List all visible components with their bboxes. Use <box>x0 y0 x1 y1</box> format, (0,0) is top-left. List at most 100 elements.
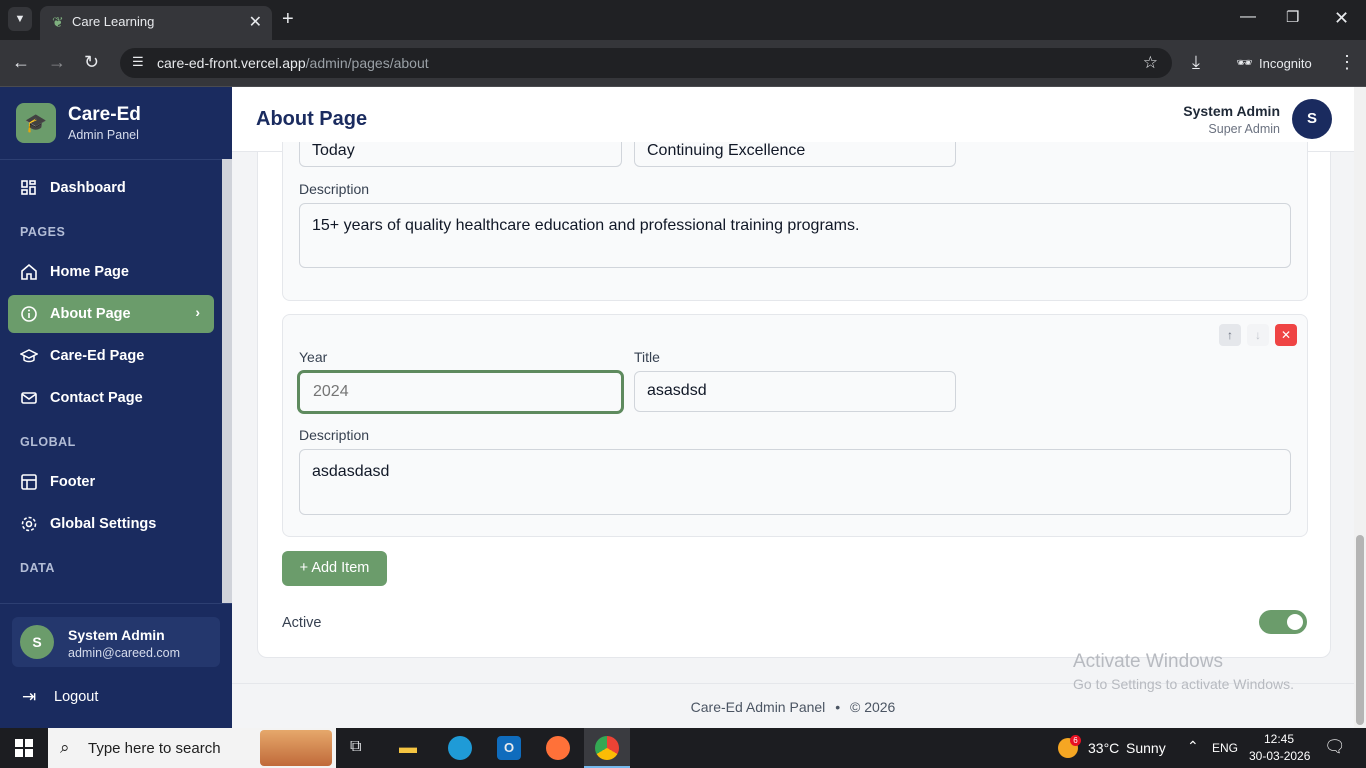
bookmark-star-icon[interactable]: ☆ <box>1143 53 1158 73</box>
user-email: admin@careed.com <box>68 646 181 660</box>
title-label: Title <box>634 349 660 365</box>
incognito-badge[interactable]: 🕶 Incognito <box>1226 49 1338 77</box>
close-tab-icon[interactable]: ✕ <box>249 12 262 32</box>
sidebar-item-dashboard[interactable]: Dashboard <box>8 169 214 207</box>
outlook-icon[interactable]: O <box>497 736 521 760</box>
sidebar-item-label: Global Settings <box>50 516 157 532</box>
notification-icon[interactable]: 🗨 <box>1324 737 1346 757</box>
address-bar[interactable]: ☰ care-ed-front.vercel.app/admin/pages/a… <box>120 48 1172 78</box>
restore-icon[interactable]: ❐ <box>1286 8 1299 26</box>
sidebar-item-label: Care-Ed Page <box>50 348 145 364</box>
logout-label: Logout <box>54 689 99 705</box>
avatar: S <box>20 625 54 659</box>
active-toggle[interactable] <box>1259 610 1307 634</box>
weather-badge: 6 <box>1070 735 1081 746</box>
incognito-label: Incognito <box>1259 56 1312 71</box>
sidebar-item-label: About Page <box>50 306 131 322</box>
gear-icon <box>21 516 37 532</box>
title-input[interactable]: asasdsd <box>634 371 956 412</box>
section-pages: PAGES <box>20 225 66 239</box>
description-label: Description <box>299 427 370 443</box>
url-host: care-ed-front.vercel.app <box>157 55 306 71</box>
tab-title: Care Learning <box>72 14 155 29</box>
footer-text: Care-Ed Admin Panel <box>690 699 826 715</box>
file-explorer-icon[interactable]: ▬ <box>399 737 417 758</box>
weather-desc: Sunny <box>1126 740 1166 756</box>
task-view-icon[interactable]: ⧉ <box>350 738 361 756</box>
year-input[interactable] <box>297 370 624 414</box>
reload-icon[interactable]: ↻ <box>84 52 99 73</box>
description-field[interactable]: 15+ years of quality healthcare educatio… <box>299 203 1291 268</box>
leaf-icon: ❦ <box>52 14 64 30</box>
search-icon: ⌕ <box>60 738 70 757</box>
add-item-button[interactable]: + Add Item <box>282 551 387 586</box>
url-path: /admin/pages/about <box>305 55 429 71</box>
new-tab-icon[interactable]: + <box>282 8 294 30</box>
dashboard-icon <box>21 180 36 195</box>
site-settings-icon[interactable]: ☰ <box>132 54 144 70</box>
minimize-icon[interactable]: — <box>1240 8 1256 26</box>
sidebar-scrollbar[interactable] <box>222 159 232 603</box>
sidebar-item-label: Dashboard <box>50 180 126 196</box>
sidebar: 🎓 Care-Ed Admin Panel Dashboard PAGES Ho… <box>0 87 232 728</box>
sidebar-item-label: Footer <box>50 474 96 490</box>
browser-menu-icon[interactable]: ⋮ <box>1338 52 1356 73</box>
timeline-item: Today Continuing Excellence Description … <box>282 142 1308 301</box>
sidebar-item-about[interactable]: About Page › <box>8 295 214 333</box>
move-down-button[interactable]: ↓ <box>1247 324 1269 346</box>
search-highlight-image <box>260 730 332 766</box>
mail-icon <box>21 392 37 404</box>
brand-subtitle: Admin Panel <box>68 128 139 142</box>
search-placeholder: Type here to search <box>88 740 221 757</box>
browser-tab[interactable]: ❦ Care Learning ✕ <box>40 6 272 40</box>
taskbar-search-box[interactable]: ⌕ Type here to search <box>48 728 336 768</box>
forward-icon[interactable]: → <box>48 52 66 73</box>
timeline-item: ↑ ↓ ✕ Year Title asasdsd Description asd… <box>282 314 1308 537</box>
brand-title: Care-Ed <box>68 104 141 125</box>
user-card[interactable]: S System Admin admin@careed.com <box>12 617 220 667</box>
chrome-icon <box>595 736 619 760</box>
edge-icon[interactable] <box>448 736 472 760</box>
sidebar-item-global-settings[interactable]: Global Settings <box>8 505 214 543</box>
incognito-icon: 🕶 <box>1236 55 1253 70</box>
sidebar-item-label: Contact Page <box>50 390 143 406</box>
toggle-knob <box>1287 614 1303 630</box>
sidebar-item-careed[interactable]: Care-Ed Page <box>8 337 214 375</box>
close-window-icon[interactable]: ✕ <box>1334 8 1349 29</box>
year-field[interactable]: Today <box>299 142 622 167</box>
user-name: System Admin <box>68 627 165 643</box>
back-icon[interactable]: ← <box>12 52 30 73</box>
footer-bullet: • <box>835 699 841 715</box>
description-input[interactable]: asdasdasd <box>299 449 1291 515</box>
scrollbar-thumb[interactable] <box>1356 535 1364 725</box>
delete-item-button[interactable]: ✕ <box>1275 324 1297 346</box>
language-indicator[interactable]: ENG <box>1212 741 1238 755</box>
active-label: Active <box>282 615 322 631</box>
tray-chevron-up-icon[interactable]: ⌃ <box>1187 738 1199 755</box>
clock-date[interactable]: 30-03-2026 <box>1249 749 1310 763</box>
chrome-taskbar-button[interactable] <box>584 728 630 768</box>
logout-button[interactable]: ⇥ Logout <box>12 680 220 714</box>
description-label: Description <box>299 181 370 197</box>
header-user-role: Super Admin <box>1208 122 1280 136</box>
sidebar-divider <box>0 159 232 160</box>
sidebar-item-label: Home Page <box>50 264 129 280</box>
content-card: Today Continuing Excellence Description … <box>257 142 1331 658</box>
windows-taskbar: ⌕ Type here to search ⧉ ▬ O 6 33°C Sunny… <box>0 728 1366 768</box>
clock-time[interactable]: 12:45 <box>1264 732 1294 746</box>
logout-icon: ⇥ <box>22 687 37 706</box>
header-user-name: System Admin <box>1183 103 1280 119</box>
title-field[interactable]: Continuing Excellence <box>634 142 956 167</box>
header-avatar[interactable]: S <box>1292 99 1332 139</box>
firefox-icon[interactable] <box>546 736 570 760</box>
sidebar-item-footer[interactable]: Footer <box>8 463 214 501</box>
sidebar-item-contact[interactable]: Contact Page <box>8 379 214 417</box>
tab-list-button[interactable]: ▼ <box>8 7 32 31</box>
download-icon[interactable]: ⤓ <box>1192 52 1200 73</box>
move-up-button[interactable]: ↑ <box>1219 324 1241 346</box>
windows-start-icon[interactable] <box>15 739 33 757</box>
sidebar-item-home[interactable]: Home Page <box>8 253 214 291</box>
footer-copyright: © 2026 <box>849 699 896 715</box>
page-scrollbar[interactable] <box>1354 87 1366 728</box>
page-title: About Page <box>256 108 368 130</box>
